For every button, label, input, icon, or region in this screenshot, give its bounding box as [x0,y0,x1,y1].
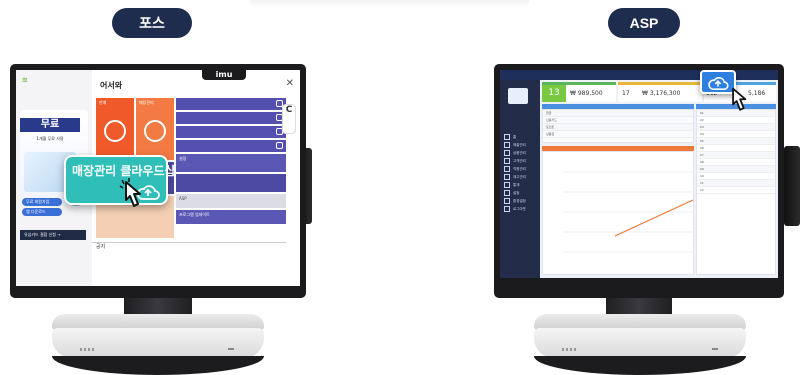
panel-row: 신용카드 [543,117,693,124]
signup-button[interactable]: 무료 회원가입 [22,198,62,206]
table-row: 03 [697,124,775,131]
pos-banner-title: 무료 [20,118,80,132]
pointer-hand-icon [119,178,141,207]
c-logo-icon: C [285,105,293,115]
tile-label: 매장관리 [139,100,154,105]
asp-sidebar: 홈 매출관리 상품관리 고객관리 직원관리 재고관리 통계 설정 환경설정 로그… [500,80,540,278]
tile-label: 프로그램 업데이트 [179,212,210,217]
asp-menu-item[interactable]: 환경설정 [504,198,538,204]
pos-led [228,348,234,350]
asp-label: ASP [608,8,680,38]
tile-program[interactable]: 프로그램 업데이트 [176,210,286,224]
asp-menu-item[interactable]: 고객관리 [504,158,538,164]
tile-label: ASP [179,196,187,201]
product-comparison-stage: 포스 ASP ≋ 무료 1개월 무료 사용 무료 회원가입 앱 다운로드 유심카… [0,0,800,375]
close-icon[interactable]: ✕ [286,78,294,89]
menu-row-icon [276,142,283,149]
table-row: 05 [697,138,775,145]
stat-value: 13 [542,85,566,102]
callout-label: 매장관리 클라우드샵 [72,164,176,178]
tile-label: 설정 [179,156,187,161]
panel-row: 상품권 [543,131,693,138]
asp-menu-item[interactable]: 매출관리 [504,142,538,148]
pointer-hand-icon [732,87,747,111]
pos-label: 포스 [112,8,192,38]
table-row: 07 [697,152,775,159]
asp-menu-item[interactable]: 로그아웃 [504,206,538,212]
panel-row: 포인트 [543,124,693,131]
wifi-icon: ≋ [22,76,28,84]
table-row: 12 [697,187,775,194]
sales-icon [104,120,126,142]
tile-label: 판매 [99,100,107,105]
tile-setting[interactable]: 설정 [176,154,286,172]
asp-speaker [562,348,578,351]
asp-menu-item[interactable]: 재고관리 [504,174,538,180]
tile-sales[interactable]: 판매 [96,98,134,160]
sim-apply-link[interactable]: 유심카드 결합 신청 → [20,230,86,240]
pos-speaker [80,348,96,351]
table-row: 10 [697,173,775,180]
stat-value: 17 [622,90,630,97]
asp-menu-item[interactable]: 상품관리 [504,150,538,156]
table-row: 02 [697,117,775,124]
daily-table: 01 02 03 04 05 06 07 08 09 10 11 12 [696,109,776,275]
store-icon [508,88,528,104]
pos-header: imu 어서와 ✕ [92,70,300,94]
tile-extra[interactable] [176,174,286,192]
stat-value: ₩ 3,176,300 [642,90,681,97]
payment-panel: 현금 신용카드 포인트 상품권 [542,109,694,143]
pos-stand-body [52,328,264,358]
tile-asp[interactable]: ASP [176,194,286,208]
pos-stand-base [52,356,264,375]
notice-bar[interactable]: 공지 [92,242,286,250]
cloud-shop-callout[interactable]: 매장관리 클라우드샵 [64,155,176,205]
asp-menu-item[interactable]: 설정 [504,190,538,196]
asp-menu-item[interactable]: 홈 [504,134,538,140]
table-row: 11 [697,180,775,187]
asp-led [712,348,718,350]
asp-topbar [500,70,778,80]
download-button[interactable]: 앱 다운로드 [22,208,62,216]
panel-row: 현금 [543,110,693,117]
table-row: 06 [697,145,775,152]
asp-stand-base [534,356,746,375]
table-row: 04 [697,131,775,138]
table-row: 09 [697,166,775,173]
asp-menu-item[interactable]: 직원관리 [504,166,538,172]
asp-menu-item[interactable]: 통계 [504,182,538,188]
menu-row[interactable] [176,112,286,124]
table-row: 08 [697,159,775,166]
menu-row[interactable] [176,140,286,152]
stat-card: 13 ₩ 989,500 [542,82,616,102]
tile-order[interactable]: 매장관리 [136,98,174,160]
asp-stand-body [534,328,746,358]
top-decoration [250,0,530,8]
menu-row[interactable] [176,126,286,138]
menu-row[interactable] [176,98,286,110]
stat-value: ₩ 989,500 [570,90,603,97]
pos-right-widget[interactable]: C [282,104,296,134]
sales-chart [542,151,694,275]
stat-card: 17 ₩ 3,176,300 [618,82,702,102]
pos-banner-sub: 1개월 무료 사용 [36,136,64,141]
order-icon [144,120,166,142]
pos-brand: imu [202,70,246,80]
sales-line [614,199,694,237]
page-title: 어서와 [100,81,123,90]
sales-line-chart [563,171,694,253]
asp-side-reader [784,146,800,226]
